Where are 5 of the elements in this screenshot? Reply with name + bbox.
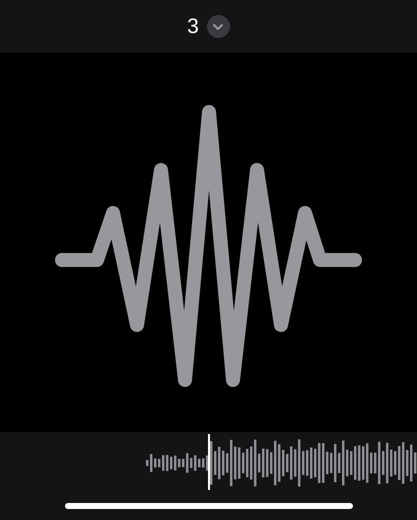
dropdown-button[interactable] xyxy=(206,15,230,38)
chevron-down-icon xyxy=(212,22,224,30)
recording-title: 3 xyxy=(187,14,199,38)
home-indicator[interactable] xyxy=(64,503,352,509)
waveform-icon xyxy=(55,105,362,387)
